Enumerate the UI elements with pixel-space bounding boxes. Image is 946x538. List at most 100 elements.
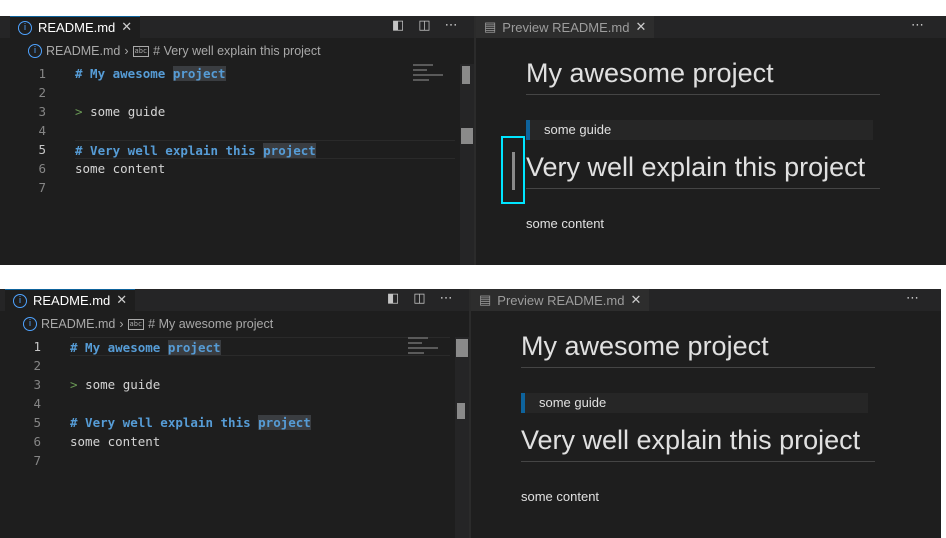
tab-label: README.md (38, 20, 116, 35)
preview-toolbar: ⋯ (906, 291, 919, 306)
code-line[interactable]: > some guide (70, 375, 450, 394)
breadcrumb-file[interactable]: README.md (41, 317, 115, 331)
open-preview-icon[interactable]: ◧ (387, 291, 399, 306)
line-number: 6 (33, 434, 41, 449)
split-editor-icon[interactable]: ◫ (418, 18, 430, 33)
line-number: 3 (33, 377, 41, 392)
minimap[interactable] (413, 64, 453, 94)
preview-file-icon: ▤ (484, 19, 497, 34)
scrollbar-marker (456, 339, 468, 357)
code-line[interactable] (75, 83, 455, 102)
line-number: 7 (33, 453, 41, 468)
line-number: 1 (38, 66, 46, 81)
scrollbar[interactable] (460, 64, 474, 265)
editor-toolbar: ◧ ◫ ⋯ (392, 18, 458, 33)
code-line[interactable]: # My awesome project (70, 337, 450, 356)
code-token: some guide (85, 377, 161, 392)
code-area[interactable]: # My awesome project > some guide # Very w… (75, 64, 455, 197)
preview-toolbar: ⋯ (911, 18, 924, 33)
preview-blockquote: some guide (521, 393, 868, 413)
code-line[interactable]: # Very well explain this project (75, 140, 455, 159)
preview-tab-bar: ▤ Preview README.md ✕ ⋯ (476, 16, 946, 38)
line-number: 7 (38, 180, 46, 195)
code-token: project (167, 340, 221, 355)
open-preview-icon[interactable]: ◧ (392, 18, 404, 33)
line-number: 6 (38, 161, 46, 176)
line-numbers: 1 2 3 4 5 6 7 (0, 64, 60, 197)
more-actions-icon[interactable]: ⋯ (911, 18, 924, 33)
preview-heading-1: My awesome project (521, 331, 875, 368)
more-actions-icon[interactable]: ⋯ (445, 18, 458, 33)
code-token: # Very well explain this (70, 415, 259, 430)
scroll-sync-indicator (501, 136, 525, 204)
breadcrumb: i README.md › abc # Very well explain th… (28, 44, 321, 58)
code-token: some guide (90, 104, 166, 119)
code-line[interactable]: > some guide (75, 102, 455, 121)
preview-blockquote: some guide (526, 120, 873, 140)
code-token: project (263, 143, 316, 158)
line-number: 4 (38, 123, 46, 138)
code-line[interactable] (70, 394, 450, 413)
tab-preview[interactable]: ▤ Preview README.md ✕ (471, 289, 650, 311)
code-line[interactable]: some content (70, 432, 450, 451)
tab-readme[interactable]: i README.md ✕ (10, 16, 141, 38)
string-symbol-icon: abc (132, 45, 150, 57)
chevron-right-icon: › (124, 44, 129, 58)
code-line[interactable]: # Very well explain this project (70, 413, 450, 432)
markdown-preview: ▤ Preview README.md ✕ ⋯ My awesome proje… (476, 16, 946, 265)
code-line[interactable] (75, 178, 455, 197)
preview-heading-2: Very well explain this project (521, 425, 875, 462)
scrollbar-thumb[interactable] (462, 66, 470, 84)
line-number: 1 (33, 339, 41, 354)
code-line[interactable] (70, 356, 450, 375)
code-line[interactable] (75, 121, 455, 140)
split-editor-icon[interactable]: ◫ (413, 291, 425, 306)
editor-window-bottom: i README.md ✕ ◧ ◫ ⋯ i README.md › abc # … (0, 289, 941, 538)
code-token: some content (70, 434, 161, 449)
preview-paragraph: some content (526, 216, 605, 231)
info-icon: i (28, 44, 42, 58)
scrollbar-marker (461, 128, 473, 144)
scrollbar-thumb[interactable] (457, 403, 465, 419)
breadcrumb: i README.md › abc # My awesome project (23, 317, 273, 331)
info-icon: i (23, 317, 37, 331)
minimap[interactable] (408, 337, 448, 367)
markdown-editor: i README.md ✕ ◧ ◫ ⋯ i README.md › abc # … (0, 16, 474, 265)
close-icon[interactable]: ✕ (121, 20, 132, 35)
tab-readme[interactable]: i README.md ✕ (5, 289, 136, 311)
info-icon: i (13, 293, 27, 308)
more-actions-icon[interactable]: ⋯ (440, 291, 453, 306)
tab-label: README.md (33, 293, 111, 308)
line-number: 3 (38, 104, 46, 119)
line-number: 2 (38, 85, 46, 100)
code-area[interactable]: # My awesome project > some guide # Very w… (70, 337, 450, 470)
code-line[interactable]: # My awesome project (75, 64, 455, 83)
scrollbar[interactable] (455, 337, 469, 538)
line-numbers: 1 2 3 4 5 6 7 (0, 337, 55, 470)
editor-toolbar: ◧ ◫ ⋯ (387, 291, 453, 306)
code-line[interactable] (70, 451, 450, 470)
breadcrumb-symbol[interactable]: # My awesome project (148, 317, 273, 331)
close-icon[interactable]: ✕ (635, 20, 646, 35)
markdown-editor: i README.md ✕ ◧ ◫ ⋯ i README.md › abc # … (0, 289, 469, 538)
preview-tab-bar: ▤ Preview README.md ✕ ⋯ (471, 289, 941, 311)
string-symbol-icon: abc (127, 318, 145, 330)
code-line[interactable]: some content (75, 159, 455, 178)
code-token: project (258, 415, 311, 430)
code-token: project (172, 66, 226, 81)
code-token: > (70, 377, 86, 392)
tab-preview[interactable]: ▤ Preview README.md ✕ (476, 16, 655, 38)
preview-heading-2: Very well explain this project (526, 152, 880, 189)
tab-label: Preview README.md (502, 19, 630, 35)
line-number: 4 (33, 396, 41, 411)
close-icon[interactable]: ✕ (116, 293, 127, 308)
chevron-right-icon: › (119, 317, 124, 331)
editor-window-top: i README.md ✕ ◧ ◫ ⋯ i README.md › abc # … (0, 16, 946, 265)
breadcrumb-file[interactable]: README.md (46, 44, 120, 58)
tab-label: Preview README.md (497, 292, 625, 308)
breadcrumb-symbol[interactable]: # Very well explain this project (153, 44, 320, 58)
close-icon[interactable]: ✕ (630, 293, 641, 308)
preview-file-icon: ▤ (479, 292, 492, 307)
more-actions-icon[interactable]: ⋯ (906, 291, 919, 306)
preview-paragraph: some content (521, 489, 600, 504)
